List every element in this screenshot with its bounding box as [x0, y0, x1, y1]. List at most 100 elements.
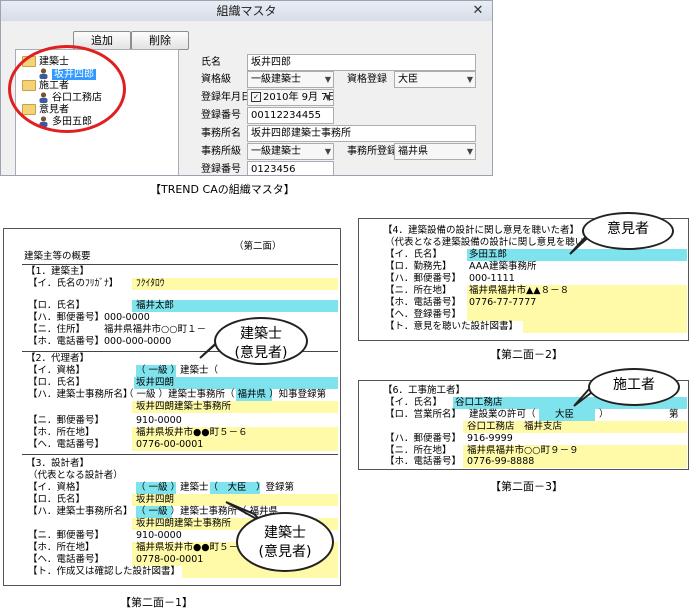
page-label: （第二面）	[234, 241, 282, 252]
field-label: 【ヘ．電話番号】	[28, 439, 105, 450]
field-label: 【ト．作成又は確認した設計図書】	[28, 566, 181, 577]
reg-no-field[interactable]: 00112234455	[247, 107, 334, 124]
field-value: 第	[669, 409, 679, 420]
office-class-value: 一級建築士	[251, 146, 301, 157]
field-value: 福井県坂井市●●町５－６	[136, 427, 248, 438]
field-label: 【ロ．氏名】	[28, 377, 86, 388]
field-label: 【ハ．建築士事務所名】	[28, 389, 133, 400]
callout-architect-consultant: 建築士 (意見者)	[214, 317, 308, 365]
field-label: 【ト．意見を聴いた設計図書】	[385, 321, 519, 332]
sheet3-caption: 【第二面－3】	[490, 480, 563, 493]
callout-line: (意見者)	[258, 544, 312, 560]
field-value: ）	[599, 409, 609, 420]
field-highlight	[467, 309, 687, 321]
field-label: 【ヘ．電話番号】	[28, 554, 105, 565]
section-title: 【1．建築主】	[26, 266, 90, 277]
divider	[22, 454, 338, 455]
section-title: 【6．工事施工者】	[383, 385, 466, 396]
field-value: （ 一級 ）建築士（	[136, 365, 219, 376]
section-subtitle: （代表となる建築設備の設計に関し意見を聴い	[385, 237, 585, 248]
field-label: 【ホ．所在地】	[28, 542, 95, 553]
field-value: 福井県坂井市●●町５－６	[136, 542, 248, 553]
field-label: 【ホ．電話番号】	[385, 297, 462, 308]
field-value: 谷口工務店	[455, 397, 503, 408]
delete-button[interactable]: 削除	[131, 31, 189, 50]
reg-date-label: 登録年月日	[201, 92, 251, 103]
chevron-down-icon: ▼	[466, 75, 473, 84]
sheet-heading: 建築主等の概要	[24, 251, 91, 262]
office-class-select[interactable]: 一級建築士 ▼	[247, 143, 334, 160]
field-label: 【イ．資格】	[28, 365, 86, 376]
office-name-label: 事務所名	[201, 128, 241, 139]
reg-date-value: 2010年 9月 7日	[263, 92, 334, 103]
chevron-down-icon: ▼	[324, 75, 331, 84]
field-value: 000-1111	[469, 273, 515, 284]
divider	[22, 264, 338, 265]
field-value: 福井県福井市▲▲８－８	[469, 285, 570, 296]
field-label: 【イ．資格】	[28, 482, 86, 493]
field-value: 916-9999	[467, 433, 513, 444]
qual-reg-select[interactable]: 大臣 ▼	[394, 71, 476, 88]
checkbox-checked-icon[interactable]: ✓	[251, 92, 261, 102]
chevron-down-icon: ▼	[324, 93, 331, 102]
field-value: 910-0000	[136, 530, 182, 541]
office-name-field[interactable]: 坂井四郎建築士事務所	[247, 125, 476, 142]
reg-no2-label: 登録番号	[201, 164, 241, 175]
close-icon[interactable]: ✕	[469, 3, 487, 18]
field-value: 910-0000	[136, 415, 182, 426]
field-value: 福井太郎	[136, 300, 175, 311]
reg-no-label: 登録番号	[201, 110, 241, 121]
callout-line: 建築士	[264, 525, 306, 541]
dialog-caption: 【TREND CAの組織マスタ】	[150, 183, 295, 196]
dialog-title: 組織マスタ	[1, 1, 492, 21]
name-field[interactable]: 坂井四郎	[247, 54, 476, 71]
field-label: 【イ．氏名のﾌﾘｶﾞﾅ】	[28, 278, 119, 289]
field-value: 0776-99-8888	[467, 456, 535, 467]
field-label: 【ホ．電話番号】	[28, 336, 105, 347]
field-value: 坂井四朗	[136, 377, 175, 388]
qual-class-value: 一級建築士	[251, 74, 301, 85]
field-value: 多田五郎	[469, 249, 508, 260]
qual-reg-label: 資格登録	[347, 74, 387, 85]
field-label: 【ハ．郵便番号】	[385, 273, 462, 284]
field-label: 【ロ．氏名】	[28, 494, 86, 505]
field-label: 【ホ．所在地】	[28, 427, 95, 438]
reg-date-picker[interactable]: ✓ 2010年 9月 7日 ▼	[247, 89, 334, 106]
qual-class-label: 資格級	[201, 74, 231, 85]
office-reg-label: 事務所登録	[347, 146, 397, 157]
field-value: 建設業の許可（	[469, 409, 536, 420]
chevron-down-icon: ▼	[466, 147, 473, 156]
field-value: 0776-00-0001	[136, 439, 204, 450]
section-title: 【4．建築設備の設計に関し意見を聴いた者】	[383, 225, 580, 236]
office-reg-value: 福井県	[398, 146, 428, 157]
office-reg-select[interactable]: 福井県 ▼	[394, 143, 476, 160]
field-value: 0778-00-0001	[136, 554, 204, 565]
office-class-label: 事務所級	[201, 146, 241, 157]
field-label: 【ホ．電話番号】	[385, 456, 462, 467]
field-value: 坂井四朗建築士事務所	[136, 401, 232, 412]
section-title: 【2．代理者】	[26, 353, 90, 364]
qual-reg-value: 大臣	[398, 74, 418, 85]
field-label: 【ニ．郵便番号】	[28, 415, 105, 426]
field-label: 【イ．氏名】	[385, 249, 443, 260]
qual-class-select[interactable]: 一級建築士 ▼	[247, 71, 334, 88]
field-value: 000-0000	[104, 312, 150, 323]
callout-line: (意見者)	[234, 345, 288, 361]
field-label: 【ニ．郵便番号】	[28, 530, 105, 541]
reg-no2-field[interactable]: 0123456	[247, 161, 334, 175]
callout-line: 建築士	[240, 326, 282, 342]
field-value: 0776-77-7777	[469, 297, 537, 308]
field-value: 坂井四朗建築士事務所	[136, 518, 232, 529]
field-value: 谷口工務店 福井支店	[467, 421, 563, 432]
chevron-down-icon: ▼	[324, 147, 331, 156]
section-title: 【3．設計者】	[26, 458, 90, 469]
field-value: （ 一級 ）建築士（ 大臣 ）登録第	[136, 482, 295, 493]
field-value: 坂井四朗	[136, 494, 175, 505]
field-label: 【ロ．氏名】	[28, 300, 86, 311]
field-value: （ 一級 ）建築士事務所（ 福井県 ）知事登録第	[124, 389, 327, 400]
field-value: ﾌｸｲﾀﾛｳ	[136, 278, 165, 289]
field-value: AAA建築事務所	[469, 261, 537, 272]
callout-contractor: 施工者	[588, 368, 680, 406]
field-label: 【イ．氏名】	[385, 397, 443, 408]
callout-architect-consultant-2: 建築士 (意見者)	[236, 512, 334, 572]
